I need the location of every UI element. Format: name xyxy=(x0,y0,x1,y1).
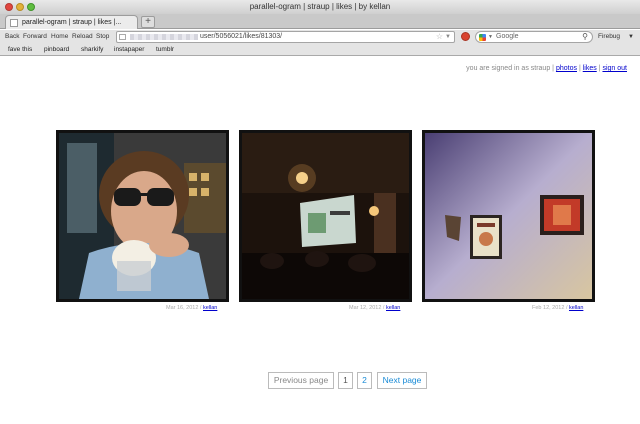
bookmark-fave-this[interactable]: fave this xyxy=(8,44,32,55)
photo-author-link[interactable]: kellan xyxy=(386,305,400,311)
previous-page-button: Previous page xyxy=(268,372,334,389)
bookmark-pinboard[interactable]: pinboard xyxy=(44,44,69,55)
tab-strip: parallel-ogram | straup | likes |... + xyxy=(0,14,640,29)
firebug-button[interactable]: Firebug xyxy=(598,30,620,44)
photo-date: Mar 12, 2012 / xyxy=(349,305,385,311)
adblock-icon[interactable] xyxy=(461,32,470,41)
search-magnifier-icon[interactable]: ⚲ xyxy=(582,32,588,42)
search-box[interactable]: ▼ Google ⚲ xyxy=(475,31,593,43)
photo-author-link[interactable]: kellan xyxy=(203,305,217,311)
portrait-photo-icon xyxy=(59,133,226,299)
account-status: you are signed in as straup | photos | l… xyxy=(466,65,627,72)
sign-out-link[interactable]: sign out xyxy=(602,65,627,72)
photo-caption-1: Mar 16, 2012 / kellan xyxy=(166,305,217,311)
address-url-text: user/5056021/likes/81303/ xyxy=(200,33,283,40)
reload-button[interactable]: Reload xyxy=(72,30,93,44)
window-titlebar: parallel-ogram | straup | likes | by kel… xyxy=(0,0,640,14)
next-page-button[interactable]: Next page xyxy=(377,372,427,389)
google-engine-icon[interactable] xyxy=(479,34,486,41)
address-bar[interactable]: user/5056021/likes/81303/ ☆ ▼ xyxy=(116,31,455,43)
forward-button[interactable]: Forward xyxy=(23,30,47,44)
bookmark-tumblr[interactable]: tumblr xyxy=(156,44,174,55)
photo-date: Feb 12, 2012 / xyxy=(532,305,568,311)
bookmark-star-icon[interactable]: ☆ xyxy=(436,32,443,42)
window-title: parallel-ogram | straup | likes | by kel… xyxy=(249,2,391,11)
home-button[interactable]: Home xyxy=(51,30,68,44)
redacted-url-host xyxy=(130,34,198,40)
stop-button[interactable]: Stop xyxy=(96,30,109,44)
engine-dropdown-icon[interactable]: ▼ xyxy=(488,32,493,42)
photo-caption-3: Feb 12, 2012 / kellan xyxy=(532,305,583,311)
likes-link[interactable]: likes xyxy=(583,65,597,72)
photo-thumbnail-1[interactable] xyxy=(56,130,229,302)
signed-in-text: you are signed in as straup | xyxy=(466,65,554,72)
url-history-dropdown-icon[interactable]: ▼ xyxy=(445,32,451,42)
photo-thumbnail-2[interactable] xyxy=(239,130,412,302)
page-1-link[interactable]: 1 xyxy=(338,372,353,389)
photo-thumbnail-3[interactable] xyxy=(422,130,595,302)
minimize-window-icon[interactable] xyxy=(16,3,24,11)
projection-room-photo-icon xyxy=(242,133,409,299)
bookmarks-toolbar: fave this pinboard sharkify instapaper t… xyxy=(0,44,640,56)
photo-author-link[interactable]: kellan xyxy=(569,305,583,311)
page-2-current[interactable]: 2 xyxy=(357,372,372,389)
separator: | xyxy=(578,65,581,72)
zoom-window-icon[interactable] xyxy=(27,3,35,11)
bookmark-sharkify[interactable]: sharkify xyxy=(81,44,103,55)
framed-art-wall-photo-icon xyxy=(425,133,592,299)
close-window-icon[interactable] xyxy=(5,3,13,11)
tab-active[interactable]: parallel-ogram | straup | likes |... xyxy=(5,15,138,29)
page-favicon-icon xyxy=(10,19,18,27)
back-button[interactable]: Back xyxy=(5,30,19,44)
search-placeholder: Google xyxy=(496,33,519,40)
separator: | xyxy=(598,65,601,72)
photos-link[interactable]: photos xyxy=(556,65,577,72)
firebug-dropdown-icon[interactable]: ▼ xyxy=(628,30,634,44)
navigation-toolbar: Back Forward Home Reload Stop user/50560… xyxy=(0,30,640,44)
photo-date: Mar 16, 2012 / xyxy=(166,305,202,311)
new-tab-button[interactable]: + xyxy=(141,16,155,28)
tab-label: parallel-ogram | straup | likes |... xyxy=(22,19,122,26)
photo-caption-2: Mar 12, 2012 / kellan xyxy=(349,305,400,311)
bookmark-instapaper[interactable]: instapaper xyxy=(114,44,144,55)
site-identity-icon[interactable] xyxy=(119,34,126,40)
